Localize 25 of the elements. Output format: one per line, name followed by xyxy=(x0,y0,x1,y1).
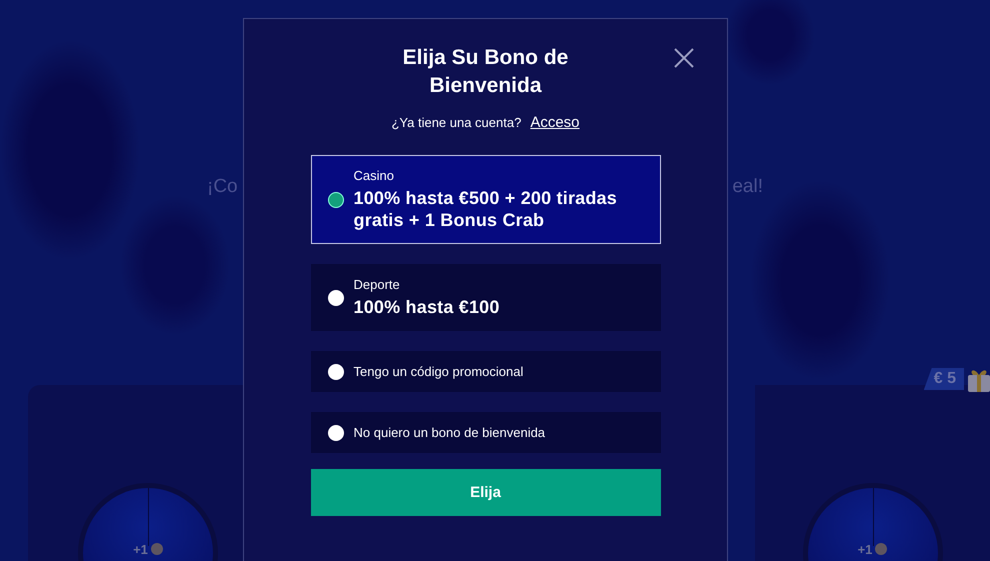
account-question: ¿Ya tiene una cuenta? xyxy=(391,115,522,130)
coin-icon xyxy=(150,543,163,555)
option-label: Tengo un código promocional xyxy=(354,364,524,379)
bonus-option[interactable]: Deporte 100% hasta €100 xyxy=(310,264,660,331)
coin-icon xyxy=(875,543,888,555)
dialog-title: Elija Su Bono de Bienvenida xyxy=(402,45,570,99)
bonus-option[interactable]: Tengo un código promocional xyxy=(310,351,660,392)
option-label: No quiero un bono de bienvenida xyxy=(354,425,546,440)
banner-text: eal! xyxy=(732,176,763,198)
bonus-category: Casino xyxy=(354,168,395,183)
bonus-option[interactable]: Casino 100% hasta €500 + 200 tiradas gratis + 1 Bonus Crab xyxy=(310,155,660,244)
reward-text: +1 xyxy=(133,542,148,556)
radio-button[interactable] xyxy=(328,424,344,440)
reward-text: +1 xyxy=(858,542,872,556)
bonus-offer: 100% hasta €500 + 200 tiradas gratis + 1 Bonus Crab xyxy=(354,187,618,231)
prize-badge: € 5 xyxy=(924,368,964,390)
login-link[interactable]: Acceso xyxy=(530,114,580,131)
bonus-category: Deporte xyxy=(354,277,401,292)
bonus-offer: 100% hasta €100 xyxy=(354,296,500,318)
radio-button[interactable] xyxy=(328,290,344,306)
radio-button[interactable] xyxy=(328,364,344,380)
banner-text: ¡Co xyxy=(207,176,238,198)
bonus-option[interactable]: No quiero un bono de bienvenida xyxy=(310,412,660,453)
radio-button[interactable] xyxy=(328,192,344,208)
close-icon[interactable] xyxy=(673,47,695,69)
